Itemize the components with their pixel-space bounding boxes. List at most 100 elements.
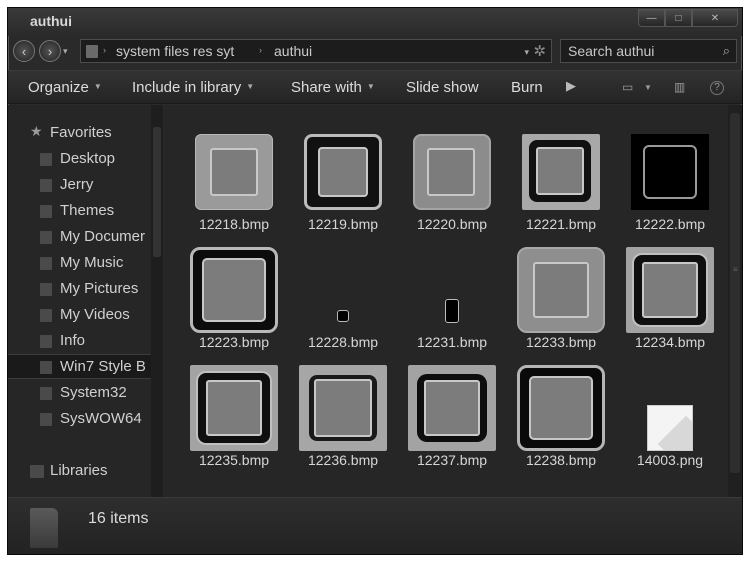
file-name: 12220.bmp	[416, 216, 488, 232]
breadcrumb-separator-icon[interactable]: ›	[103, 45, 106, 55]
search-input[interactable]	[561, 40, 711, 62]
title-bar[interactable]: authui — □ ✕	[8, 8, 742, 36]
view-options-chevron-icon[interactable]: ▼	[644, 83, 652, 92]
file-item[interactable]: 12237.bmp	[402, 365, 502, 475]
sidebar-item-label: Win7 Style B	[60, 358, 146, 375]
file-item[interactable]: 14003.png	[620, 365, 720, 475]
details-pane: 16 items	[8, 497, 742, 554]
include-in-library-button[interactable]: Include in library ▼	[132, 79, 254, 96]
file-item[interactable]: 12221.bmp	[511, 129, 611, 239]
sidebar-item-system32[interactable]: System32	[8, 381, 151, 405]
chevron-down-icon: ▼	[93, 82, 102, 91]
sidebar-item-syswow64[interactable]: SysWOW64	[8, 407, 151, 431]
scrollbar-thumb[interactable]	[153, 127, 161, 257]
sidebar-item-my-pictures[interactable]: My Pictures	[8, 277, 151, 301]
scrollbar-grip-icon: ≡	[733, 265, 738, 274]
include-in-library-label: Include in library	[132, 79, 242, 96]
forward-button[interactable]: ›	[39, 40, 61, 62]
image-thumbnail	[620, 129, 720, 215]
file-name: 12222.bmp	[634, 216, 706, 232]
file-item[interactable]: 12233.bmp	[511, 247, 611, 357]
sidebar-item-win7-style-b[interactable]: Win7 Style B	[8, 354, 151, 379]
frame-thumbnail-icon	[299, 365, 387, 451]
recent-pages-dropdown[interactable]: ▾	[63, 46, 68, 57]
frame-thumbnail-icon	[304, 134, 382, 210]
sidebar-item-label: Themes	[60, 202, 115, 219]
file-item[interactable]: 12222.bmp	[620, 129, 720, 239]
organize-label: Organize	[28, 79, 89, 96]
image-thumbnail	[511, 129, 611, 215]
sidebar-item-my-music[interactable]: My Music	[8, 251, 151, 275]
frame-thumbnail-icon	[626, 247, 714, 333]
file-item[interactable]: 12234.bmp	[620, 247, 720, 357]
image-thumbnail	[620, 365, 720, 451]
file-name: 12231.bmp	[416, 334, 488, 350]
file-name: 12221.bmp	[525, 216, 597, 232]
sidebar-item-favorites[interactable]: ★ Favorites	[8, 121, 151, 145]
slide-show-button[interactable]: Slide show	[406, 79, 479, 96]
sidebar-item-my-videos[interactable]: My Videos	[8, 303, 151, 327]
folder-icon	[40, 413, 52, 426]
file-item[interactable]: 12218.bmp	[184, 129, 284, 239]
frame-thumbnail-icon	[413, 134, 491, 210]
sidebar-item-libraries[interactable]: Libraries	[8, 459, 151, 483]
breadcrumb-segment[interactable]: authui	[274, 43, 312, 59]
file-name: 12223.bmp	[198, 334, 270, 350]
file-item[interactable]: 12236.bmp	[293, 365, 393, 475]
file-item[interactable]: 12228.bmp	[293, 247, 393, 357]
sidebar-item-themes[interactable]: Themes	[8, 199, 151, 223]
change-view-icon[interactable]: ▭	[622, 80, 633, 94]
file-name: 12237.bmp	[416, 452, 488, 468]
preview-pane-icon[interactable]: ▥	[674, 80, 685, 94]
minimize-button[interactable]: —	[638, 9, 665, 27]
file-item[interactable]: 12231.bmp	[402, 247, 502, 357]
navigation-scrollbar[interactable]	[151, 105, 163, 497]
search-icon[interactable]: ⌕	[723, 43, 730, 59]
back-button[interactable]: ‹	[13, 40, 35, 62]
organize-button[interactable]: Organize ▼	[28, 79, 102, 96]
refresh-icon[interactable]: ✲	[533, 42, 546, 60]
pill-thumbnail-icon	[445, 299, 459, 323]
address-dropdown-icon[interactable]: ▾	[524, 47, 529, 58]
share-with-button[interactable]: Share with ▼	[291, 79, 375, 96]
sidebar-item-label: SysWOW64	[60, 410, 142, 427]
folder-icon	[30, 508, 58, 548]
image-thumbnail	[184, 247, 284, 333]
sidebar-item-desktop[interactable]: Desktop	[8, 147, 151, 171]
scrollbar-thumb[interactable]	[730, 113, 740, 473]
sidebar-item-my-documents[interactable]: My Documer	[8, 225, 151, 249]
file-item[interactable]: 12219.bmp	[293, 129, 393, 239]
image-thumbnail	[293, 129, 393, 215]
address-bar[interactable]: › system files res syt › authui ▾ ✲	[80, 39, 552, 63]
folder-icon	[86, 45, 98, 58]
sidebar-item-label: Favorites	[50, 124, 112, 141]
png-thumbnail-icon	[647, 405, 693, 451]
search-box[interactable]: ⌕	[560, 39, 737, 63]
close-button[interactable]: ✕	[692, 9, 738, 27]
image-thumbnail	[620, 247, 720, 333]
file-name: 14003.png	[636, 452, 704, 468]
image-thumbnail	[511, 247, 611, 333]
item-count: 16 items	[88, 510, 149, 527]
folder-icon	[40, 361, 52, 374]
breadcrumb-separator-icon[interactable]: ›	[259, 45, 262, 55]
sidebar-item-info[interactable]: Info	[8, 329, 151, 353]
file-item[interactable]: 12220.bmp	[402, 129, 502, 239]
breadcrumb-segment[interactable]: system files res syt	[116, 43, 234, 59]
file-item[interactable]: 12223.bmp	[184, 247, 284, 357]
frame-thumbnail-icon	[408, 365, 496, 451]
sidebar-item-jerry[interactable]: Jerry	[8, 173, 151, 197]
frame-thumbnail-icon	[522, 134, 600, 210]
file-item[interactable]: 12238.bmp	[511, 365, 611, 475]
burn-button[interactable]: Burn	[511, 79, 543, 96]
file-item[interactable]: 12235.bmp	[184, 365, 284, 475]
sidebar-item-label: My Music	[60, 254, 124, 271]
frame-thumbnail-icon	[195, 134, 273, 210]
help-icon[interactable]: ?	[710, 81, 724, 95]
content-scrollbar[interactable]: ≡	[728, 105, 742, 497]
more-commands-icon[interactable]: ▶	[566, 78, 576, 94]
file-name: 12218.bmp	[198, 216, 270, 232]
music-folder-icon	[40, 257, 52, 270]
maximize-button[interactable]: □	[665, 9, 692, 27]
image-thumbnail	[402, 247, 502, 333]
